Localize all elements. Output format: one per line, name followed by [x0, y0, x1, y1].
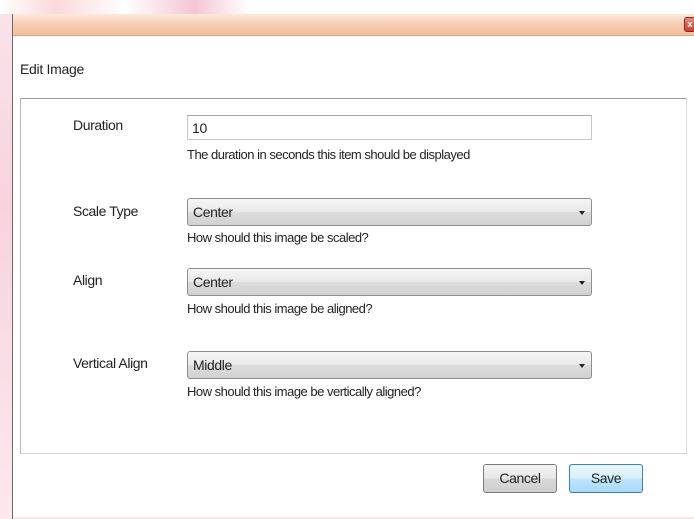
vertical-align-select[interactable]: Middle	[187, 351, 592, 379]
chevron-down-icon	[579, 364, 585, 368]
chevron-down-icon	[579, 211, 585, 215]
close-icon[interactable]: x	[684, 17, 694, 32]
vertical-align-help-text: How should this image be vertically alig…	[187, 384, 421, 399]
edit-image-dialog: x Edit Image Duration The duration in se…	[12, 14, 694, 519]
vertical-align-selected-value: Middle	[193, 357, 232, 373]
scale-type-select[interactable]: Center	[187, 198, 592, 226]
scale-type-help-text: How should this image be scaled?	[187, 230, 369, 245]
duration-help-text: The duration in seconds this item should…	[187, 147, 470, 162]
duration-label: Duration	[73, 117, 123, 133]
background-wallpaper-top	[0, 0, 694, 14]
background-wallpaper-left	[0, 0, 12, 519]
vertical-align-label: Vertical Align	[73, 355, 148, 371]
chevron-down-icon	[579, 281, 585, 285]
window-titlebar[interactable]: x	[13, 14, 694, 36]
duration-input[interactable]	[187, 115, 592, 140]
align-help-text: How should this image be aligned?	[187, 301, 373, 316]
cancel-button[interactable]: Cancel	[483, 464, 557, 493]
dialog-title: Edit Image	[20, 61, 84, 77]
form-panel: Duration The duration in seconds this it…	[20, 98, 687, 454]
scale-type-selected-value: Center	[193, 204, 233, 220]
align-select[interactable]: Center	[187, 268, 592, 296]
align-selected-value: Center	[193, 274, 233, 290]
scale-type-label: Scale Type	[73, 203, 139, 219]
align-label: Align	[73, 272, 103, 288]
save-button[interactable]: Save	[569, 464, 643, 493]
